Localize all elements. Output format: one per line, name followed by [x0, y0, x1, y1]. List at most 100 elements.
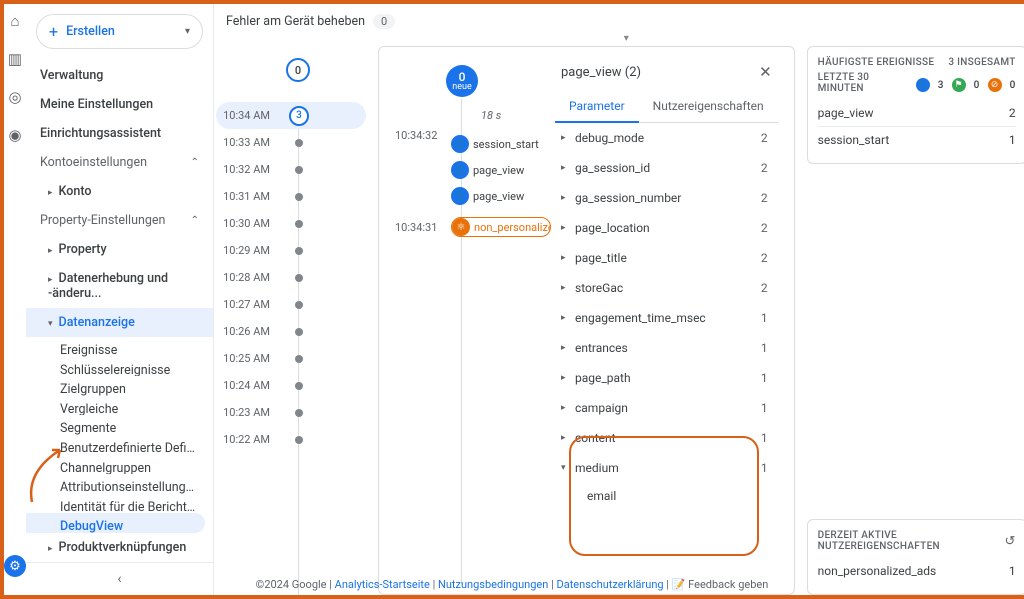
sidebar-item-einrichtung[interactable]: Einrichtungsassistent [26, 119, 213, 148]
timeline-minute-row[interactable]: 10:29 AM [216, 237, 366, 264]
top-events-subtitle: LETZTE 30 MINUTEN [818, 72, 916, 94]
timeline-time-label: 10:24 AM [216, 379, 278, 392]
sidebar-header-konto[interactable]: Kontoeinstellungen ⌃ [26, 148, 213, 177]
timeline-minute-row[interactable]: 10:34 AM3 [216, 102, 366, 129]
create-label: Erstellen [66, 24, 115, 39]
param-name: debug_mode [575, 131, 761, 145]
param-count: 2 [761, 251, 768, 265]
param-count: 1 [761, 311, 768, 325]
sidebar-item-zielgruppen[interactable]: Zielgruppen [26, 376, 213, 396]
userprop-icon: ⚛ [452, 218, 470, 236]
admin-gear-icon[interactable]: ⚙ [4, 555, 26, 577]
close-icon[interactable]: ✕ [759, 63, 772, 81]
sidebar-item-attribution[interactable]: Attributionseinstellungen [26, 474, 213, 494]
param-row[interactable]: ▸campaign1 [555, 393, 778, 423]
event-chip-page-view-2[interactable]: 👤 page_view [451, 187, 524, 205]
param-name: ga_session_number [575, 191, 761, 205]
sidebar-item-verwaltung[interactable]: Verwaltung [26, 61, 213, 90]
param-row[interactable]: ▸ga_session_number2 [555, 183, 778, 213]
explore-icon[interactable]: ◎ [8, 88, 21, 106]
home-icon[interactable]: ⌂ [10, 12, 19, 30]
timeline-minute-row[interactable]: 10:22 AM [216, 426, 366, 453]
sidebar-item-ereignisse[interactable]: Ereignisse [26, 337, 213, 357]
footer-link-datenschutz[interactable]: Datenschutzerklärung [556, 578, 663, 591]
sidebar-item-vergleiche[interactable]: Vergleiche [26, 396, 213, 416]
timeline-dot [295, 382, 303, 390]
top-event-row[interactable]: session_start1 [818, 127, 1016, 153]
footer-link-nutzung[interactable]: Nutzungsbedingungen [438, 578, 548, 591]
timeline-minute-row[interactable]: 10:25 AM [216, 345, 366, 372]
param-row[interactable]: ▸debug_mode2 [555, 123, 778, 153]
sidebar-item-datenanzeige[interactable]: Datenanzeige [26, 308, 213, 337]
param-row[interactable]: ▸storeGac2 [555, 273, 778, 303]
user-prop-count: 1 [1009, 564, 1016, 578]
dropdown-indicator-icon[interactable]: ▾ [214, 33, 1024, 44]
new-events-label: neue [452, 83, 471, 92]
timeline-live-bubble[interactable]: 0 [286, 58, 310, 82]
active-user-properties-card: DERZEIT AKTIVE NUTZEREIGENSCHAFTEN ↺ non… [807, 519, 1024, 595]
sidebar-item-property[interactable]: Property [26, 235, 213, 264]
sidebar-item-channelgruppen[interactable]: Channelgruppen [26, 455, 213, 475]
sidebar-item-produktverknuepfungen[interactable]: Produktverknüpfungen [26, 533, 213, 562]
minute-timeline: 0 10:34 AM310:33 AM10:32 AM10:31 AM10:30… [216, 46, 366, 595]
timeline-minute-row[interactable]: 10:28 AM [216, 264, 366, 291]
legend-error-count: 0 [1010, 80, 1016, 91]
device-error-count: 0 [373, 14, 395, 29]
timeline-minute-row[interactable]: 10:27 AM [216, 291, 366, 318]
create-button[interactable]: + Erstellen ▾ [36, 14, 203, 49]
expand-arrow-icon: ▸ [561, 283, 575, 293]
new-events-count: 0 [459, 71, 466, 83]
sidebar-item-segmente[interactable]: Segmente [26, 415, 213, 435]
sidebar-header-property[interactable]: Property-Einstellungen ⌃ [26, 206, 213, 235]
top-event-row[interactable]: page_view2 [818, 100, 1016, 127]
timeline-dot [295, 328, 303, 336]
timeline-minute-row[interactable]: 10:26 AM [216, 318, 366, 345]
history-icon[interactable]: ↺ [1004, 534, 1015, 549]
param-row[interactable]: ▸page_title2 [555, 243, 778, 273]
sidebar-collapse-toggle[interactable]: ‹ [26, 562, 213, 595]
advertising-icon[interactable]: ◉ [8, 126, 21, 144]
param-row[interactable]: ▸content1 [555, 423, 778, 453]
user-prop-row[interactable]: non_personalized_ads1 [818, 558, 1016, 584]
footer-feedback-label: Feedback geben [688, 578, 768, 591]
sidebar-item-schluesselereignisse[interactable]: Schlüsselereignisse [26, 357, 213, 377]
sidebar-item-debugview[interactable]: DebugView [26, 513, 205, 533]
footer-link-startseite[interactable]: Analytics-Startseite [335, 578, 430, 591]
top-event-label: session_start [818, 133, 1009, 147]
param-row[interactable]: ▸page_location2 [555, 213, 778, 243]
tab-nutzereigenschaften[interactable]: Nutzereigenschaften [639, 91, 778, 122]
sidebar-item-benutzerdefinierte[interactable]: Benutzerdefinierte Definiti... [26, 435, 213, 455]
top-event-label: page_view [818, 106, 1009, 120]
expand-arrow-icon: ▸ [561, 343, 575, 353]
param-name: engagement_time_msec [575, 311, 761, 325]
param-row[interactable]: ▸engagement_time_msec1 [555, 303, 778, 333]
sidebar-item-einstellungen[interactable]: Meine Einstellungen [26, 90, 213, 119]
param-row[interactable]: ▸page_path1 [555, 363, 778, 393]
event-chip-session-start[interactable]: 👤 session_start [451, 135, 539, 153]
main-area: Fehler am Gerät beheben 0 ▾ 0 10:34 AM31… [214, 4, 1024, 595]
footer-feedback[interactable]: 📝 Feedback geben [672, 578, 769, 591]
timeline-minute-row[interactable]: 10:32 AM [216, 156, 366, 183]
param-row[interactable]: ▸entrances1 [555, 333, 778, 363]
event-chip-non-personalize[interactable]: ⚛ non_personalize [451, 217, 551, 237]
top-events-total: 3 INSGESAMT [948, 57, 1015, 68]
expand-arrow-icon: ▸ [561, 253, 575, 263]
tab-parameter[interactable]: Parameter [555, 91, 639, 123]
event-icon: 👤 [451, 187, 469, 205]
event-chip-label: session_start [473, 138, 539, 151]
param-row[interactable]: ▸ga_session_id2 [555, 153, 778, 183]
timeline-minute-row[interactable]: 10:30 AM [216, 210, 366, 237]
event-chip-page-view-1[interactable]: 👤 page_view [451, 161, 524, 179]
timeline-minute-row[interactable]: 10:33 AM [216, 129, 366, 156]
timeline-minute-row[interactable]: 10:31 AM [216, 183, 366, 210]
param-count: 1 [761, 371, 768, 385]
sidebar-item-datenerhebung[interactable]: Datenerhebung und -änderu... [26, 264, 213, 308]
reports-icon[interactable]: ▥ [8, 50, 22, 68]
new-events-bubble[interactable]: 0 neue [446, 65, 478, 97]
sidebar-item-identitaet[interactable]: Identität für die Berichters... [26, 494, 213, 514]
parameter-list[interactable]: ▸debug_mode2▸ga_session_id2▸ga_session_n… [555, 123, 778, 503]
timeline-minute-row[interactable]: 10:24 AM [216, 372, 366, 399]
sidebar-item-konto[interactable]: Konto [26, 177, 213, 206]
timeline-minute-row[interactable]: 10:23 AM [216, 399, 366, 426]
param-row[interactable]: ▾medium1 [555, 453, 778, 483]
